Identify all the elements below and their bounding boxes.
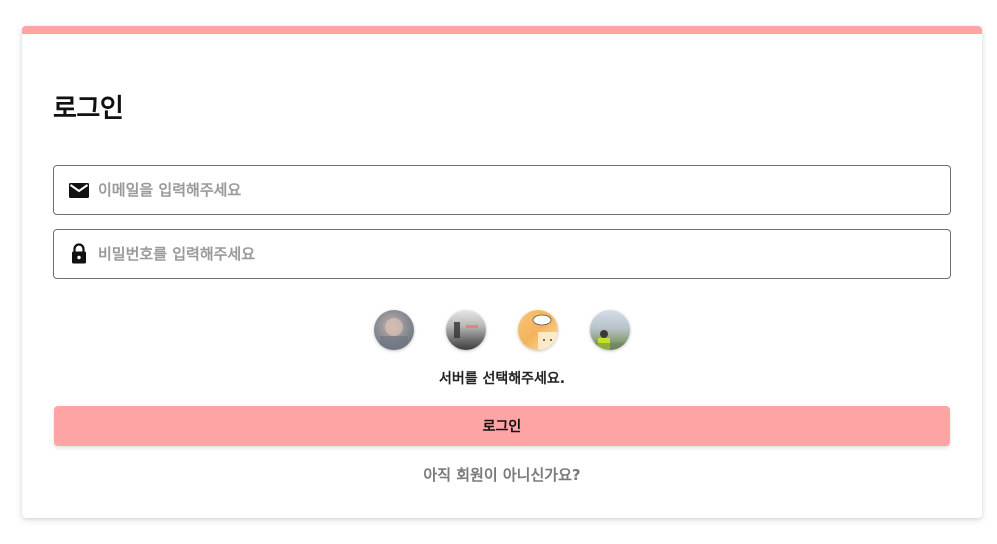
signup-link[interactable]: 아직 회원이 아니신가요? xyxy=(22,464,982,485)
lock-icon xyxy=(68,243,90,264)
server-avatar-4[interactable] xyxy=(590,310,630,350)
login-card: 로그인 이메일을 입력해주세요 서버를 선택해주세요. 로그인 아직 회원이 아… xyxy=(22,26,982,518)
password-field[interactable] xyxy=(53,229,951,279)
accent-bar xyxy=(22,26,982,34)
server-avatar-3[interactable] xyxy=(518,310,558,350)
email-field[interactable] xyxy=(53,165,951,215)
email-input[interactable] xyxy=(98,166,938,214)
page-title: 로그인 xyxy=(53,94,124,124)
password-input[interactable] xyxy=(98,230,938,278)
server-select-hint: 서버를 선택해주세요. xyxy=(438,371,566,387)
login-button[interactable]: 로그인 xyxy=(54,406,950,446)
server-avatar-1[interactable] xyxy=(374,310,414,350)
server-avatar-2[interactable] xyxy=(446,310,486,350)
mail-icon xyxy=(68,180,90,200)
server-selector xyxy=(22,310,982,350)
